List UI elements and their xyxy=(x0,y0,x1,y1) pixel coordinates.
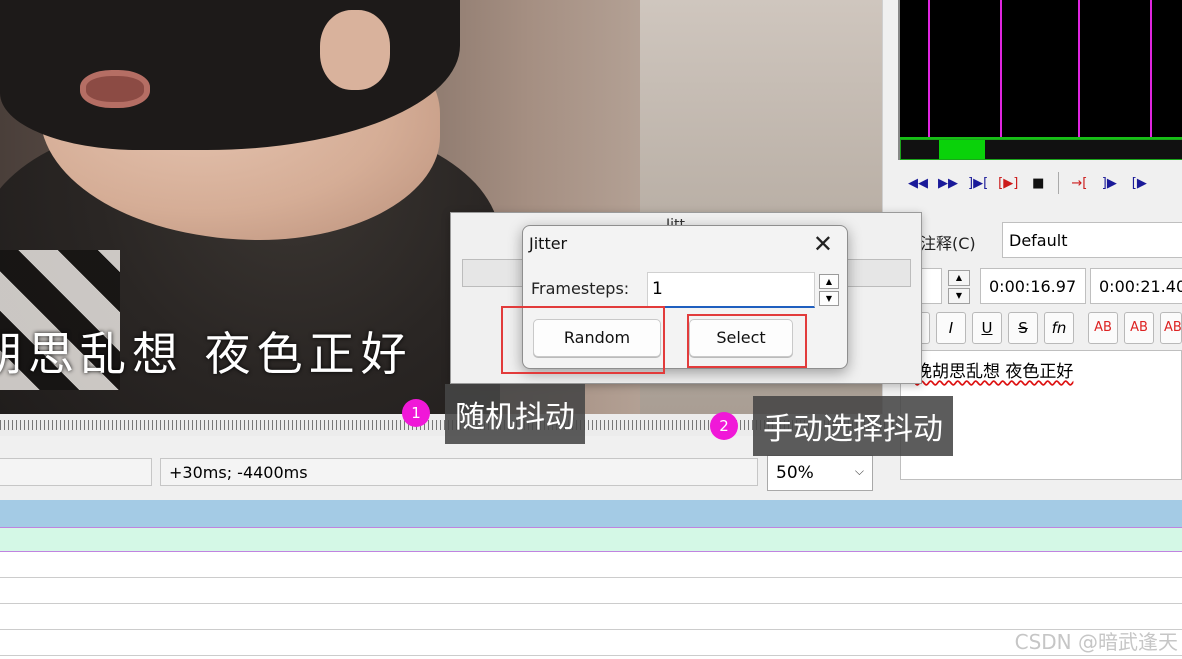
italic-button[interactable]: I xyxy=(936,312,966,344)
audio-marker xyxy=(1000,0,1002,138)
spin-down-icon[interactable]: ▼ xyxy=(819,291,839,306)
framesteps-spinner[interactable]: ▲ ▼ xyxy=(819,274,839,308)
table-row[interactable] xyxy=(0,552,1182,578)
framesteps-input[interactable]: 1 xyxy=(647,272,815,308)
comment-checkbox-label[interactable]: 注释(C) xyxy=(920,230,976,254)
framesteps-label: Framesteps: xyxy=(531,279,630,298)
set-end-icon[interactable]: ]▶ xyxy=(1099,176,1119,191)
table-row[interactable] xyxy=(0,528,1182,552)
toolbar-separator xyxy=(1058,172,1060,194)
stop-icon[interactable]: ■ xyxy=(1028,176,1048,191)
secondary-color-button[interactable]: AB xyxy=(1124,312,1154,344)
set-start-icon[interactable]: →[ xyxy=(1069,176,1089,191)
layer-spinner[interactable]: ▲ ▼ xyxy=(948,270,970,304)
grid-header-row xyxy=(0,500,1182,528)
outline-color-button[interactable]: AB xyxy=(1160,312,1182,344)
annotation-random: 随机抖动 xyxy=(445,384,585,444)
table-row[interactable] xyxy=(0,578,1182,604)
offset-field: +30ms; -4400ms xyxy=(160,458,758,486)
play-selection-icon[interactable]: [▶] xyxy=(998,176,1018,191)
subtitle-edit-text: 晚胡思乱想 夜色正好 xyxy=(915,362,1074,382)
watermark: CSDN @暗武逢天 xyxy=(1014,630,1178,654)
audio-marker xyxy=(1150,0,1152,138)
layer-field[interactable] xyxy=(920,268,942,304)
audio-marker xyxy=(1078,0,1080,138)
spin-up-icon[interactable]: ▲ xyxy=(948,270,970,286)
audio-scroll-thumb[interactable] xyxy=(939,140,985,159)
frame-time-field[interactable] xyxy=(0,458,152,486)
spin-down-icon[interactable]: ▼ xyxy=(948,288,970,304)
font-button[interactable]: fn xyxy=(1044,312,1074,344)
highlight-random xyxy=(501,306,665,374)
primary-color-button[interactable]: AB xyxy=(1088,312,1118,344)
video-subtitle: 胡思乱想 夜色正好 xyxy=(0,327,413,381)
subtitle-grid[interactable] xyxy=(0,500,1182,659)
chevron-down-icon: ⌵ xyxy=(854,464,864,478)
end-time-field[interactable]: 0:00:21.40 xyxy=(1090,268,1182,304)
aegisub-screen: 胡思乱想 夜色正好 ◀◀ ▶▶ ]▶[ [▶] ■ →[ ]▶ [▶ 注释(C)… xyxy=(0,0,1182,659)
zoom-select[interactable]: 50% ⌵ xyxy=(767,455,873,491)
start-time-field[interactable]: 0:00:16.97 xyxy=(980,268,1086,304)
underline-button[interactable]: U xyxy=(972,312,1002,344)
highlight-select xyxy=(687,314,807,368)
dialog-title: Jitter xyxy=(529,234,568,253)
annotation-select: 手动选择抖动 xyxy=(753,396,953,456)
person-ear xyxy=(320,10,390,90)
close-icon[interactable]: ✕ xyxy=(813,230,833,258)
fast-forward-icon[interactable]: ▶▶ xyxy=(938,176,958,191)
table-row[interactable] xyxy=(0,604,1182,630)
strikeout-button[interactable]: S xyxy=(1008,312,1038,344)
play-line-icon[interactable]: ]▶[ xyxy=(968,176,988,191)
table-row[interactable] xyxy=(0,630,1182,656)
annotation-badge-2: 2 xyxy=(710,412,738,440)
annotation-badge-1: 1 xyxy=(402,399,430,427)
zoom-value: 50% xyxy=(776,463,814,483)
commit-icon[interactable]: [▶ xyxy=(1129,176,1149,191)
rewind-icon[interactable]: ◀◀ xyxy=(908,176,928,191)
audio-waveform[interactable] xyxy=(898,0,1182,160)
audio-marker xyxy=(928,0,930,138)
style-select[interactable]: Default xyxy=(1002,222,1182,258)
audio-scrollbar[interactable] xyxy=(900,139,1182,160)
spin-up-icon[interactable]: ▲ xyxy=(819,274,839,289)
audio-transport-toolbar: ◀◀ ▶▶ ]▶[ [▶] ■ →[ ]▶ [▶ xyxy=(898,168,1182,198)
person-mouth xyxy=(80,70,150,108)
